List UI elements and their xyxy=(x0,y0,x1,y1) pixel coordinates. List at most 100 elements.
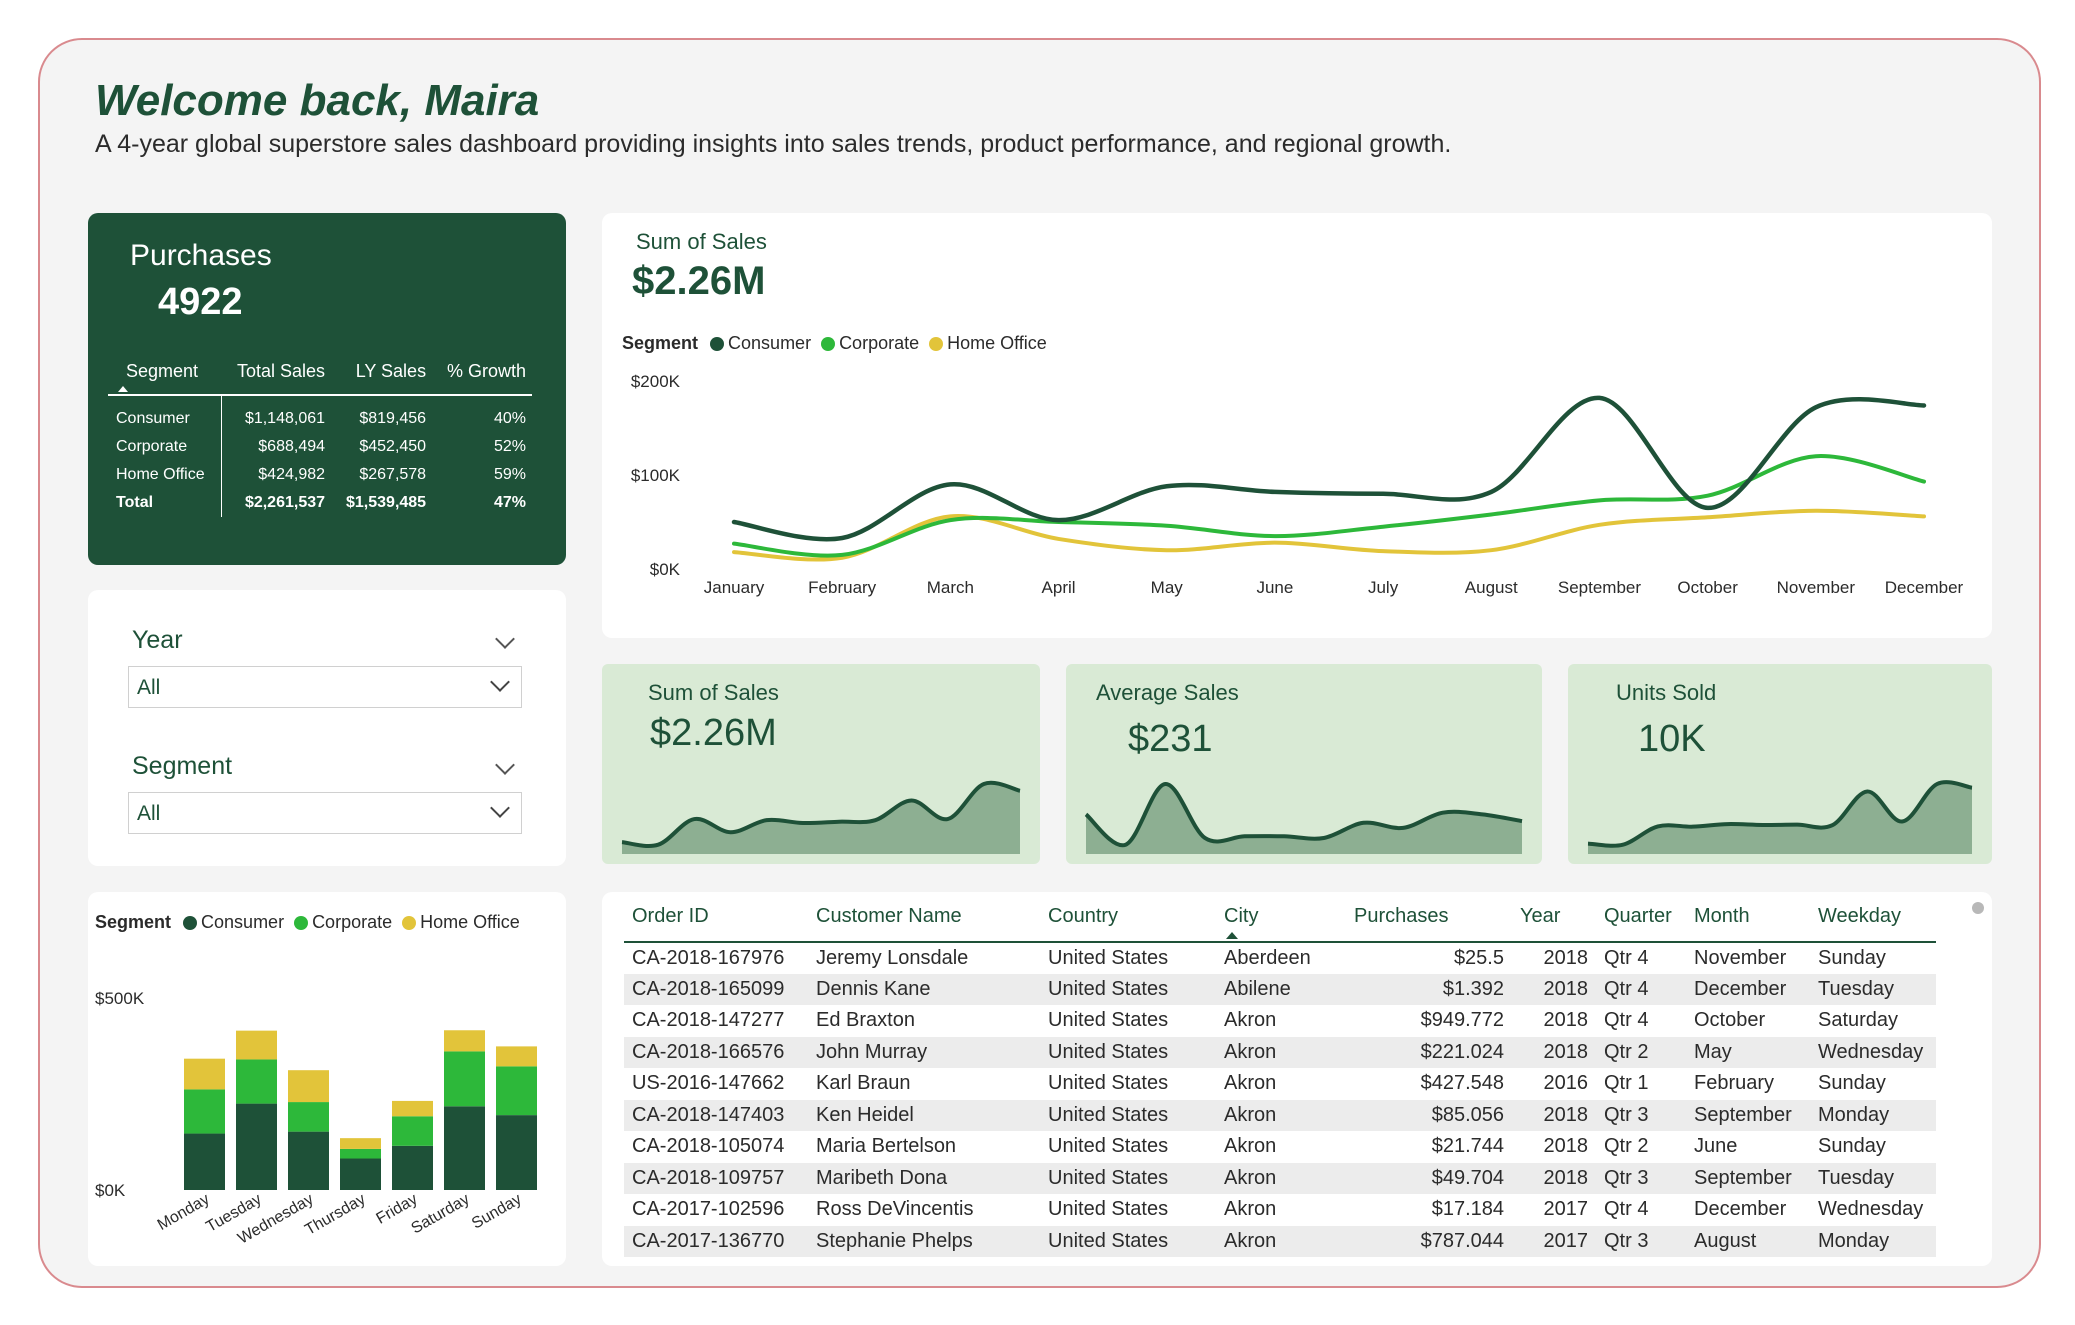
city-cell: Aberdeen xyxy=(1216,942,1346,974)
customer-name-cell: Ross DeVincentis xyxy=(808,1194,1040,1226)
table-row[interactable]: CA-2018-165099 Dennis Kane United States Ab… xyxy=(624,973,1936,1006)
purchases-cell: $21.744 xyxy=(1346,1131,1512,1163)
order-id-cell: CA-2017-102596 xyxy=(624,1194,808,1226)
table-row[interactable]: CA-2017-102596 Ross DeVincentis United Sta… xyxy=(624,1194,1936,1226)
column-header-year[interactable]: Year xyxy=(1512,892,1596,943)
purchases-cell: $85.056 xyxy=(1346,1099,1512,1132)
x-tick-label: Thursday xyxy=(302,1191,368,1239)
country-cell: United States xyxy=(1040,1162,1216,1195)
order-id-cell: CA-2018-147277 xyxy=(624,1005,808,1037)
x-tick-label: Monday xyxy=(155,1191,213,1234)
purchases-cell: $1.392 xyxy=(1346,973,1512,1006)
column-header-customer-name[interactable]: Customer Name xyxy=(808,892,1040,943)
order-id-cell: CA-2018-166576 xyxy=(624,1036,808,1069)
growth-cell: 47% xyxy=(493,494,526,511)
growth-cell: 40% xyxy=(493,410,526,427)
year-cell: 2018 xyxy=(1512,942,1596,974)
sales-trend-card: Sum of Sales $2.26M Segment Consumer Cor… xyxy=(602,213,1992,638)
column-header-city[interactable]: City xyxy=(1216,892,1346,943)
chevron-down-icon[interactable] xyxy=(495,629,515,649)
city-cell: Abilene xyxy=(1216,973,1346,1006)
units-sold-sparkline xyxy=(1587,780,1973,854)
bar-consumer xyxy=(496,1115,537,1190)
city-cell: Akron xyxy=(1216,1162,1346,1195)
table-row[interactable]: CA-2018-166576 John Murray United States Ak… xyxy=(624,1036,1936,1069)
quarter-cell: Qtr 4 xyxy=(1596,973,1686,1006)
ly-sales-cell: $819,456 xyxy=(359,410,427,427)
segment-dropdown[interactable]: All xyxy=(128,792,522,834)
column-header-country[interactable]: Country xyxy=(1040,892,1216,943)
table-row: Home Office $424,982 $267,578 59% xyxy=(108,461,532,489)
orders-table: Order ID Customer Name Country City Purc… xyxy=(624,892,1936,1258)
weekday-cell: Sunday xyxy=(1810,1131,1936,1163)
year-cell: 2018 xyxy=(1512,1131,1596,1163)
sparkline-area xyxy=(622,782,1020,854)
total-label-cell: Total xyxy=(108,489,222,517)
x-tick-label: July xyxy=(1368,578,1399,597)
year-cell: 2018 xyxy=(1512,973,1596,1006)
month-cell: September xyxy=(1686,1162,1810,1195)
country-cell: United States xyxy=(1040,1194,1216,1226)
weekday-cell: Tuesday xyxy=(1810,1162,1936,1195)
scrollbar-thumb[interactable] xyxy=(1972,902,1984,914)
sales-trend-line-chart: $200K $100K $0K January February March April Ma… xyxy=(631,372,1964,597)
x-tick-label: November xyxy=(1777,578,1856,597)
month-cell: June xyxy=(1686,1131,1810,1163)
bar-home-office xyxy=(236,1030,277,1060)
year-dropdown[interactable]: All xyxy=(128,666,522,708)
y-tick-label: $0K xyxy=(650,560,681,579)
quarter-cell: Qtr 2 xyxy=(1596,1131,1686,1163)
chevron-down-icon xyxy=(490,798,510,818)
orders-table-card: Order ID Customer Name Country City Purc… xyxy=(602,892,1992,1266)
column-header-growth[interactable]: % Growth xyxy=(432,361,532,396)
year-cell: 2017 xyxy=(1512,1194,1596,1226)
weekday-cell: Wednesday xyxy=(1810,1036,1936,1069)
country-cell: United States xyxy=(1040,973,1216,1006)
bar-consumer xyxy=(340,1158,381,1190)
table-row: Corporate $688,494 $452,450 52% xyxy=(108,433,532,461)
column-header-quarter[interactable]: Quarter xyxy=(1596,892,1686,943)
total-sales-cell: $424,982 xyxy=(258,466,326,483)
bar-consumer xyxy=(288,1131,329,1190)
column-header-ly-sales[interactable]: LY Sales xyxy=(331,361,433,396)
sort-ascending-icon xyxy=(1226,932,1238,939)
country-cell: United States xyxy=(1040,1068,1216,1100)
month-cell: February xyxy=(1686,1068,1810,1100)
table-row[interactable]: CA-2018-105074 Maria Bertelson United Stat… xyxy=(624,1131,1936,1163)
quarter-cell: Qtr 3 xyxy=(1596,1099,1686,1132)
column-header-month[interactable]: Month xyxy=(1686,892,1810,943)
year-cell: 2018 xyxy=(1512,1162,1596,1195)
table-row[interactable]: CA-2018-147277 Ed Braxton United States Akr… xyxy=(624,1005,1936,1037)
table-row[interactable]: US-2016-147662 Karl Braun United States Akr… xyxy=(624,1068,1936,1100)
bar-corporate xyxy=(288,1102,329,1132)
year-dropdown-value: All xyxy=(137,676,161,699)
column-header-purchases[interactable]: Purchases xyxy=(1346,892,1512,943)
total-sales-cell: $688,494 xyxy=(258,438,326,455)
column-header-total-sales[interactable]: Total Sales xyxy=(221,361,332,396)
customer-name-cell: Ken Heidel xyxy=(808,1099,1040,1132)
bar-home-office xyxy=(340,1138,381,1149)
column-header-order-id[interactable]: Order ID xyxy=(624,892,808,943)
page-subtitle: A 4-year global superstore sales dashboa… xyxy=(95,130,1452,158)
bar-corporate xyxy=(236,1059,277,1104)
table-row[interactable]: CA-2017-136770 Stephanie Phelps United Sta… xyxy=(624,1225,1936,1258)
column-header-weekday[interactable]: Weekday xyxy=(1810,892,1936,943)
segment-cell: Consumer xyxy=(108,395,222,433)
purchases-label: Purchases xyxy=(130,239,272,272)
table-row[interactable]: CA-2018-109757 Maribeth Dona United States… xyxy=(624,1162,1936,1195)
segment-cell: Corporate xyxy=(108,433,222,461)
year-cell: 2018 xyxy=(1512,1036,1596,1069)
kpi-card-units-sold: Units Sold 10K xyxy=(1568,664,1992,864)
weekday-cell: Tuesday xyxy=(1810,973,1936,1006)
table-row[interactable]: CA-2018-167976 Jeremy Lonsdale United Stat… xyxy=(624,942,1936,974)
series-line-corporate xyxy=(732,454,1926,558)
year-cell: 2018 xyxy=(1512,1005,1596,1037)
bar-corporate xyxy=(444,1051,485,1107)
x-tick-label: May xyxy=(1151,578,1184,597)
chevron-down-icon[interactable] xyxy=(495,755,515,775)
table-row[interactable]: CA-2018-147403 Ken Heidel United States Akr… xyxy=(624,1099,1936,1132)
column-header-segment[interactable]: Segment xyxy=(108,361,222,396)
quarter-cell: Qtr 1 xyxy=(1596,1068,1686,1100)
total-sales-cell: $2,261,537 xyxy=(244,494,326,511)
customer-name-cell: Karl Braun xyxy=(808,1068,1040,1100)
